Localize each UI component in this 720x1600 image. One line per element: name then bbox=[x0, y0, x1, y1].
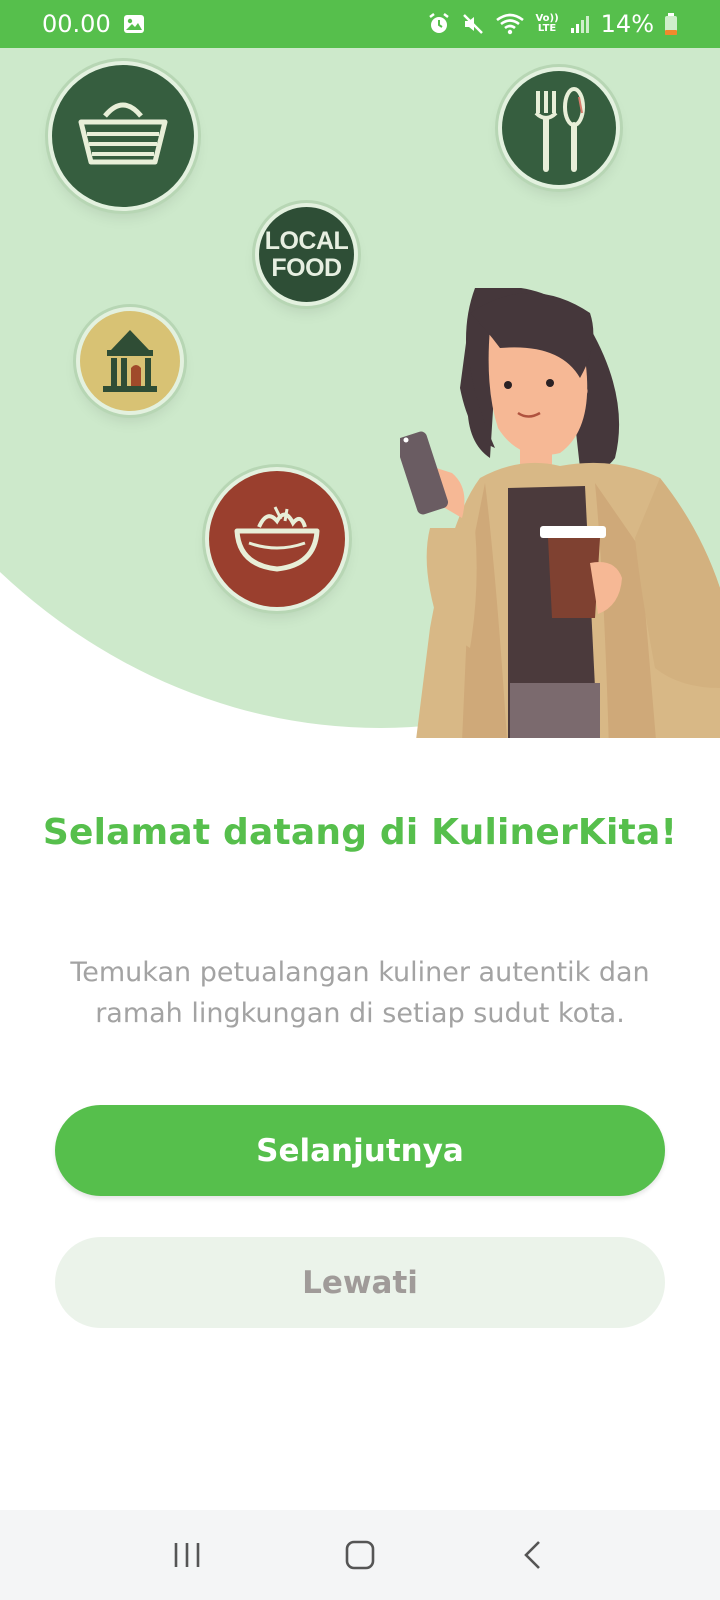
signal-icon bbox=[569, 13, 591, 35]
bowl-icon bbox=[209, 471, 345, 607]
welcome-subtitle: Temukan petualangan kuliner autentik dan… bbox=[70, 957, 650, 1029]
battery-percentage: 14% bbox=[600, 10, 654, 38]
local-food-badge: LOCAL FOOD bbox=[259, 207, 354, 302]
welcome-title: Selamat datang di KulinerKita! bbox=[42, 812, 678, 853]
temple-icon bbox=[80, 311, 180, 411]
cutlery-icon bbox=[502, 71, 616, 185]
alarm-icon bbox=[427, 12, 451, 36]
basket-icon bbox=[52, 65, 194, 207]
wifi-icon bbox=[495, 12, 525, 36]
home-icon[interactable] bbox=[330, 1530, 390, 1580]
woman-illustration bbox=[400, 288, 720, 738]
skip-button[interactable]: Lewati bbox=[55, 1237, 665, 1328]
recent-apps-icon[interactable] bbox=[157, 1530, 217, 1580]
battery-icon bbox=[664, 12, 678, 36]
navigation-bar bbox=[0, 1510, 720, 1600]
status-time: 00.00 bbox=[42, 10, 111, 38]
mute-icon bbox=[461, 12, 485, 36]
status-bar: 00.00 Vo)) LTE 14% bbox=[0, 0, 720, 48]
next-button[interactable]: Selanjutnya bbox=[55, 1105, 665, 1196]
back-icon[interactable] bbox=[503, 1530, 563, 1580]
volte-icon: Vo)) LTE bbox=[535, 13, 559, 34]
hero-illustration: LOCAL FOOD bbox=[0, 48, 720, 738]
image-icon bbox=[123, 14, 145, 34]
